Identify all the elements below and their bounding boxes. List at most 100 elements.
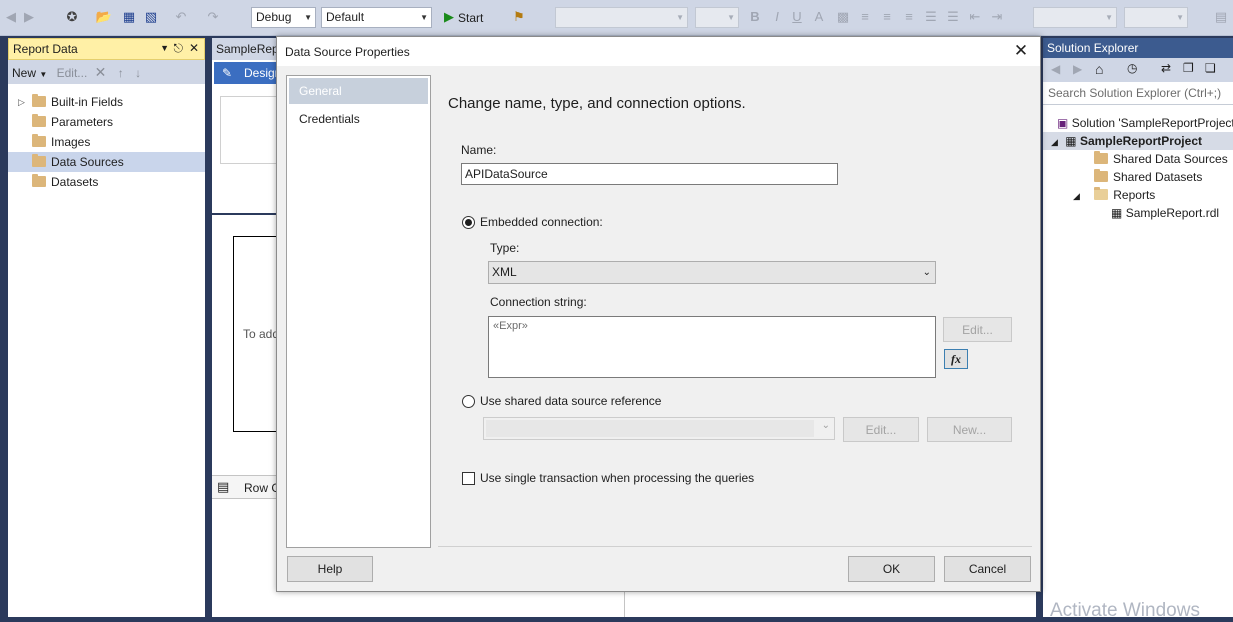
cancel-button[interactable]: Cancel [944,556,1031,582]
move-up-icon[interactable]: ↑ [118,66,124,80]
help-button[interactable]: Help [287,556,373,582]
font-color-icon[interactable]: A [810,8,828,26]
delete-icon[interactable]: ✕ [95,64,107,80]
collapse-all-icon[interactable]: ❐ [1183,61,1194,75]
font-size-dropdown[interactable]: ▼ [695,7,739,28]
find-icon[interactable]: ⚑ [510,8,528,26]
expand-icon[interactable]: ▷ [18,92,25,112]
design-tab-button[interactable]: ✎ Design [214,62,281,84]
tree-item-data-sources[interactable]: Data Sources [8,152,205,172]
align-center-icon[interactable]: ≡ [878,8,896,26]
redo-icon[interactable]: ↷ [204,8,222,26]
back-icon[interactable]: ◀ [2,8,20,26]
connection-string-field[interactable]: «Expr» [488,316,936,378]
solution-search-input[interactable]: Search Solution Explorer (Ctrl+;) [1043,82,1233,105]
shared-reference-select[interactable]: ⌄ [483,417,835,440]
main-toolbar: ◀ ▶ ✪ 📂 ▦ ▧ ↶ ↷ Debug ▼ Default ▼ ▶ Start … [0,0,1233,36]
back-icon[interactable]: ◀ [1051,62,1060,76]
connection-edit-button[interactable]: Edit... [943,317,1012,342]
start-button[interactable]: Start [458,9,483,27]
toolbar-overflow-icon[interactable]: ▤ [1212,8,1230,26]
font-dropdown[interactable]: ▼ [555,7,688,28]
home-icon[interactable]: ⌂ [1095,61,1103,77]
play-icon[interactable]: ▶ [440,8,458,26]
background-color-icon[interactable]: ▩ [834,8,852,26]
ok-button[interactable]: OK [848,556,935,582]
tree-item-sample-report[interactable]: ▦ SampleReport.rdl [1111,204,1219,222]
close-icon[interactable]: ✕ [189,38,199,58]
bulleted-list-icon[interactable]: ☰ [944,8,962,26]
new-project-icon[interactable]: ✪ [63,8,81,26]
tree-item-shared-data-sources[interactable]: Shared Data Sources [1094,150,1228,168]
tree-item-solution[interactable]: ▣ Solution 'SampleReportProject [1057,114,1233,132]
embedded-connection-radio[interactable] [462,216,475,229]
shared-reference-radio[interactable] [462,395,475,408]
nav-general[interactable]: General [289,78,428,104]
platform-dropdown[interactable]: Default ▼ [321,7,432,28]
solution-explorer-panel: Solution Explorer ◀ ▶ ⌂ ◷ ⇄ ❐ ❏ Search S… [1043,38,1233,617]
chevron-down-icon: ▼ [420,13,428,22]
move-down-icon[interactable]: ↓ [135,66,141,80]
close-icon[interactable]: ✕ [1011,41,1031,61]
align-right-icon[interactable]: ≡ [900,8,918,26]
tree-item-built-in-fields[interactable]: ▷ Built-in Fields [8,92,205,112]
solution-icon: ▣ [1057,116,1069,130]
tree-item-datasets[interactable]: Datasets [8,172,205,192]
show-all-files-icon[interactable]: ❏ [1205,61,1216,75]
numbered-list-icon[interactable]: ☰ [922,8,940,26]
shared-edit-button[interactable]: Edit... [843,417,919,442]
expression-button[interactable]: fx [944,349,968,369]
border-style-dropdown[interactable]: ▼ [1033,7,1117,28]
edit-button[interactable]: Edit... [57,66,88,80]
single-transaction-label: Use single transaction when processing t… [480,471,755,485]
collapse-icon[interactable]: ◢ [1073,191,1080,201]
tree-item-reports[interactable]: ◢ Reports [1073,186,1155,204]
collapse-icon[interactable]: ◢ [1051,137,1058,147]
single-transaction-checkbox[interactable] [462,472,475,485]
data-source-properties-dialog: Data Source Properties ✕ General Credent… [276,36,1041,592]
tree-item-project[interactable]: ◢ ▦ SampleReportProject [1043,132,1233,150]
border-width-dropdown[interactable]: ▼ [1124,7,1188,28]
bold-icon[interactable]: B [746,8,764,26]
configuration-dropdown[interactable]: Debug ▼ [251,7,316,28]
save-icon[interactable]: ▦ [120,8,138,26]
underline-icon[interactable]: U [788,8,806,26]
dropdown-icon[interactable]: ▼ [160,38,169,58]
report-data-panel: Report Data ▼ ⎋ ✕ New ▼ Edit... ✕ ↑ ↓ ▷ … [8,38,205,617]
divider [438,546,1032,547]
increase-indent-icon[interactable]: ⇥ [988,8,1006,26]
report-data-title: Report Data ▼ ⎋ ✕ [8,38,205,60]
tree-item-images[interactable]: Images [8,132,205,152]
chevron-down-icon: ▼ [1105,13,1113,22]
pin-icon[interactable]: ⎋ [174,38,184,58]
tree-item-shared-datasets[interactable]: Shared Datasets [1094,168,1202,186]
forward-icon[interactable]: ▶ [1073,62,1082,76]
folder-icon [32,174,46,187]
forward-icon[interactable]: ▶ [20,8,38,26]
undo-icon[interactable]: ↶ [172,8,190,26]
page-heading: Change name, type, and connection option… [448,95,746,112]
sync-icon[interactable]: ⇄ [1161,61,1171,75]
history-icon[interactable]: ◷ [1127,61,1137,75]
decrease-indent-icon[interactable]: ⇤ [966,8,984,26]
tab-sample-report[interactable]: SampleRep [212,38,282,60]
solution-explorer-title: Solution Explorer [1043,38,1233,58]
align-left-icon[interactable]: ≡ [856,8,874,26]
nav-credentials[interactable]: Credentials [289,106,428,132]
type-select[interactable]: XML ⌄ [488,261,936,284]
open-folder-icon[interactable]: 📂 [95,8,113,26]
report-data-toolbar: New ▼ Edit... ✕ ↑ ↓ [8,60,205,84]
row-groups-icon: ▤ [217,479,230,494]
connection-string-label: Connection string: [490,295,587,309]
activate-windows-watermark: Activate Windows [1050,600,1200,621]
folder-icon [32,114,46,127]
dialog-title-bar: Data Source Properties ✕ [277,37,1040,66]
italic-icon[interactable]: I [768,8,786,26]
chevron-down-icon: ⌄ [821,420,830,431]
name-field[interactable]: APIDataSource [461,163,838,185]
shared-new-button[interactable]: New... [927,417,1012,442]
chevron-down-icon: ▼ [304,13,312,22]
tree-item-parameters[interactable]: Parameters [8,112,205,132]
new-button[interactable]: New ▼ [12,66,47,80]
save-all-icon[interactable]: ▧ [142,8,160,26]
